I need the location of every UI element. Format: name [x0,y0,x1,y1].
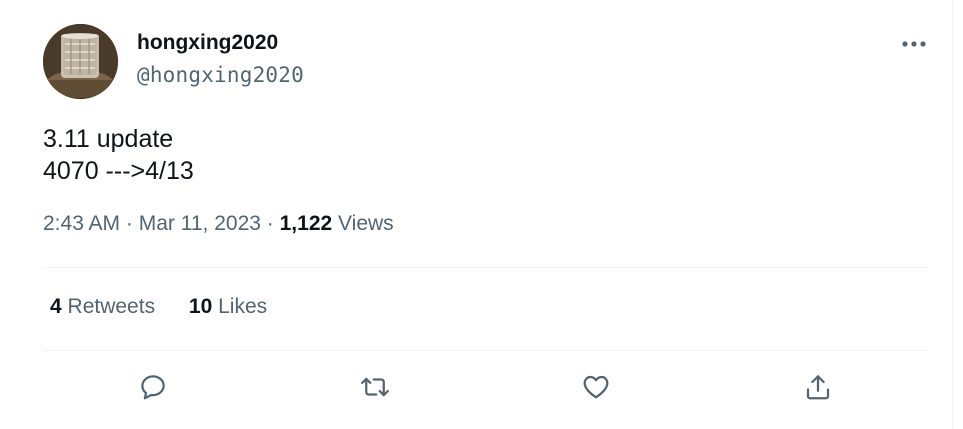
user-handle[interactable]: @hongxing2020 [137,63,304,87]
meta-separator: · [266,212,274,235]
views-count: 1,122 [279,212,333,235]
tweet-text-line: 3.11 update [43,125,174,153]
retweets-stat[interactable]: 4 Retweets [50,295,155,319]
tweet-date[interactable]: Mar 11, 2023 [139,212,261,235]
more-horizontal-icon [902,41,926,47]
heart-icon [583,375,609,399]
likes-stat[interactable]: 10 Likes [189,295,267,319]
likes-label: Likes [218,295,268,318]
more-options-button[interactable] [894,28,934,60]
retweet-button[interactable] [354,366,396,408]
display-name[interactable]: hongxing2020 [137,31,278,55]
engagement-stats: 4 Retweets 10 Likes [50,295,295,319]
tweet-text: 3.11 update 4070 --->4/13 [43,123,194,187]
action-bar [0,366,953,408]
like-button[interactable] [575,366,617,408]
retweet-icon [361,377,389,397]
reply-icon [141,375,165,400]
reply-button[interactable] [132,366,174,408]
meta-separator: · [125,212,133,235]
likes-count: 10 [188,295,213,318]
share-icon [806,375,830,400]
divider [43,350,928,351]
tweet-time[interactable]: 2:43 AM [43,212,120,235]
views-label: Views [338,212,394,235]
tweet-meta: 2:43 AM · Mar 11, 2023 · 1,122 Views [43,212,394,236]
retweets-count: 4 [50,295,62,318]
divider [43,267,928,268]
tweet-text-line: 4070 --->4/13 [43,157,194,185]
avatar[interactable] [43,24,118,99]
tweet-card: hongxing2020 @hongxing2020 3.11 update 4… [0,0,953,429]
retweets-label: Retweets [67,295,156,318]
glass-photo-avatar [43,24,118,99]
share-button[interactable] [797,366,839,408]
